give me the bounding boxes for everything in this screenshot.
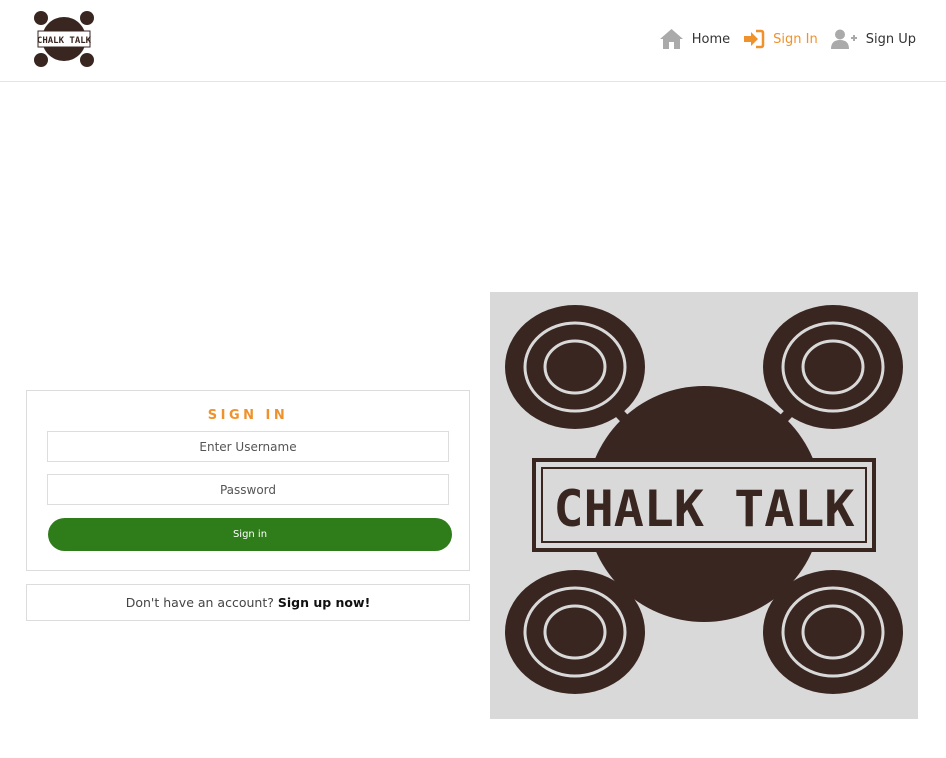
nav-signin-label: Sign In [773,31,818,47]
signin-card: SIGN IN Sign in [26,390,470,571]
signup-prompt-text: Don't have an account? [125,595,274,610]
hero-logo-image: CHALK TALK [490,292,918,719]
username-input[interactable] [47,431,449,462]
password-input[interactable] [47,474,449,505]
signup-now-link[interactable]: Sign up now! [278,595,370,610]
signin-button[interactable]: Sign in [48,518,452,551]
signup-prompt: Don't have an account? Sign up now! [26,584,470,621]
home-icon [659,29,683,49]
hero-logo-text: CHALK TALK [553,480,854,538]
chalk-talk-logo[interactable]: CHALK TALK [33,9,95,69]
signin-title: SIGN IN [207,408,289,423]
nav-signup-link[interactable]: Sign Up [830,29,916,49]
nav-links: Home Sign In Sign Up [646,24,916,54]
user-plus-icon [830,29,857,49]
nav-signup-label: Sign Up [865,31,916,47]
navbar: CHALK TALK Home Sign In Sign Up [0,0,946,82]
nav-home-link[interactable]: Home [659,28,730,50]
nav-signin-link[interactable]: Sign In [743,29,818,49]
sign-in-icon [744,29,765,49]
nav-home-label: Home [691,31,731,47]
svg-text:CHALK TALK: CHALK TALK [37,36,92,46]
